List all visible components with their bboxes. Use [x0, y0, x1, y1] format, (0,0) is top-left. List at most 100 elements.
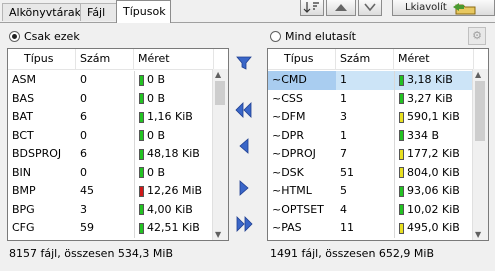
size-indicator-icon	[139, 74, 144, 86]
size-cell: 804,0 KiB	[394, 163, 474, 182]
radio-label: Mind elutasít	[285, 30, 356, 43]
move-all-right-button[interactable]	[231, 211, 257, 237]
count-cell: 6	[80, 147, 87, 160]
column-meret[interactable]: Méret	[134, 49, 214, 69]
excluded-types-list[interactable]: Típus Szám Méret ~CMD 1 3,18 KiB ~CSS 1 3,27 …	[267, 48, 489, 241]
radio-mind-elutasit[interactable]: Mind elutasít	[270, 30, 356, 43]
move-all-left-button[interactable]	[231, 97, 257, 123]
list-item[interactable]: ASM 0 0 B	[8, 71, 214, 90]
options-icon[interactable]: ⚙	[468, 27, 486, 45]
size-indicator-icon	[139, 148, 144, 160]
list-item[interactable]: ~DSK 51 804,0 KiB	[268, 163, 474, 182]
size-cell: 42,51 KiB	[134, 219, 214, 238]
list-item[interactable]: BDSPROJ 6 48,18 KiB	[8, 145, 214, 164]
count-cell: 3	[340, 110, 347, 123]
included-types-list[interactable]: Típus Szám Méret ASM 0 0 B BAS 0 0 B BAT 6 1,16 …	[7, 48, 229, 241]
scroll-thumb[interactable]	[475, 81, 485, 141]
list-item[interactable]: BIN 0 0 B	[8, 163, 214, 182]
radio-circle[interactable]	[9, 31, 20, 42]
size-indicator-icon	[399, 130, 404, 142]
list-item[interactable]: ~OPTSET 4 10,02 KiB	[268, 200, 474, 219]
list-item[interactable]: ~DFM 3 590,1 KiB	[268, 108, 474, 127]
count-cell: 0	[80, 73, 87, 86]
count-cell: 51	[340, 165, 354, 179]
count-cell: 5	[340, 184, 347, 197]
type-cell: ~PAS	[272, 221, 302, 234]
tab-alkonyvtarak[interactable]: Alkönyvtárak	[2, 3, 81, 21]
list-item[interactable]: ~CMD 1 3,18 KiB	[268, 71, 474, 90]
list-item[interactable]: ~HTML 5 93,06 KiB	[268, 182, 474, 201]
tab-bar: Alkönyvtárak Fájl Típusok Lkiavolít	[0, 0, 495, 23]
radio-circle[interactable]	[270, 31, 281, 42]
type-cell: ~DPROJ	[272, 147, 316, 160]
tab-fajl[interactable]: Fájl	[80, 3, 117, 21]
left-status-text: 8157 fájl, összesen 534,3 MiB	[9, 247, 173, 260]
column-tipus[interactable]: Típus	[8, 49, 76, 69]
right-status-text: 1491 fájl, összesen 652,9 MiB	[270, 247, 434, 260]
size-cell: 0 B	[134, 89, 214, 108]
size-text: 804,0 KiB	[407, 165, 460, 179]
column-szam[interactable]: Szám	[336, 49, 394, 69]
sort-button[interactable]	[300, 0, 324, 16]
scroll-up-icon[interactable]: ▲	[475, 70, 481, 79]
size-text: 495,0 KiB	[407, 221, 460, 234]
move-down-button[interactable]	[358, 0, 382, 16]
tab-tipusok[interactable]: Típusok	[116, 0, 171, 23]
column-tipus[interactable]: Típus	[268, 49, 336, 69]
count-cell: 0	[80, 91, 87, 105]
size-text: 0 B	[147, 165, 166, 179]
column-meret[interactable]: Méret	[394, 49, 474, 69]
list-item[interactable]: BCT 0 0 B	[8, 126, 214, 145]
list-item[interactable]: ~CSS 1 3,27 KiB	[268, 89, 474, 108]
size-cell: 0 B	[134, 126, 214, 145]
count-cell: 1	[340, 128, 347, 142]
move-up-button[interactable]	[326, 0, 356, 16]
up-icon	[335, 4, 347, 11]
list-header: Típus Szám Méret	[268, 49, 474, 70]
list-item[interactable]: BMP 45 12,26 MiB	[8, 182, 214, 201]
size-text: 48,18 KiB	[147, 147, 200, 160]
type-cell: BMP	[12, 184, 36, 197]
move-all-right-icon	[236, 216, 253, 232]
move-right-button[interactable]	[231, 175, 257, 201]
size-indicator-icon	[399, 204, 404, 216]
extract-button[interactable]: Lkiavolít	[392, 0, 495, 16]
list-item[interactable]: ~DPR 1 334 B	[268, 126, 474, 145]
filter-button[interactable]	[231, 50, 257, 76]
count-cell: 3	[80, 202, 87, 216]
list-item[interactable]: CFG 59 42,51 KiB	[8, 219, 214, 238]
size-cell: 10,02 KiB	[394, 200, 474, 219]
radio-csak-ezek[interactable]: Csak ezek	[9, 30, 80, 43]
size-cell: 4,00 KiB	[134, 200, 214, 219]
list-item[interactable]: ~DPROJ 7 177,2 KiB	[268, 145, 474, 164]
size-indicator-icon	[139, 222, 144, 234]
size-indicator-icon	[399, 185, 404, 197]
scroll-up-icon[interactable]: ▲	[215, 70, 221, 79]
scroll-down-icon[interactable]: ▼	[475, 230, 481, 239]
size-indicator-icon	[139, 204, 144, 216]
count-cell: 0	[80, 128, 87, 142]
size-indicator-icon	[399, 148, 404, 160]
scroll-thumb[interactable]	[215, 81, 225, 105]
scroll-down-icon[interactable]: ▼	[215, 230, 221, 239]
radio-label: Csak ezek	[24, 30, 80, 43]
count-cell: 6	[80, 110, 87, 123]
type-cell: ~CSS	[272, 91, 303, 105]
size-text: 12,26 MiB	[147, 184, 203, 197]
vertical-scrollbar[interactable]: ▲ ▼	[212, 69, 228, 240]
column-szam[interactable]: Szám	[76, 49, 134, 69]
move-left-button[interactable]	[231, 133, 257, 159]
list-rows: ~CMD 1 3,18 KiB ~CSS 1 3,27 KiB ~DFM 3 590,1 KiB…	[268, 71, 474, 238]
extract-label: Lkiavolít	[405, 2, 447, 13]
size-indicator-icon	[399, 167, 404, 179]
list-item[interactable]: ~PAS 11 495,0 KiB	[268, 219, 474, 238]
list-item[interactable]: BAT 6 1,16 KiB	[8, 108, 214, 127]
size-indicator-icon	[139, 93, 144, 105]
vertical-scrollbar[interactable]: ▲ ▼	[472, 69, 488, 240]
size-cell: 3,18 KiB	[394, 71, 474, 90]
move-left-icon	[239, 138, 249, 154]
size-text: 10,02 KiB	[407, 202, 460, 216]
list-item[interactable]: BAS 0 0 B	[8, 89, 214, 108]
list-item[interactable]: BPG 3 4,00 KiB	[8, 200, 214, 219]
count-cell: 59	[80, 221, 94, 234]
